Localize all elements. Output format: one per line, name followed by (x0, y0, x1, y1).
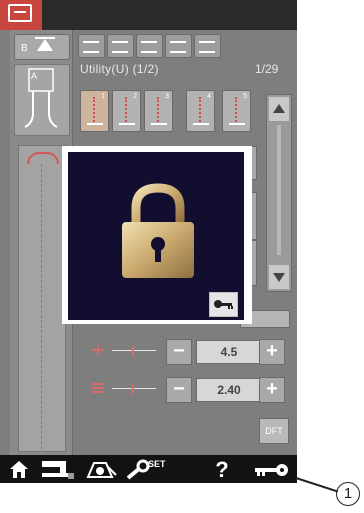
sewing-machine-tab-icon[interactable] (40, 459, 76, 481)
length-increase-button[interactable]: + (259, 377, 285, 403)
width-slider-icon (112, 346, 156, 356)
stitch-category-icon-4[interactable] (165, 34, 192, 58)
needle-up-down-button[interactable]: B (14, 34, 70, 60)
scroll-up-button[interactable] (269, 97, 289, 121)
length-value: 2.40 (196, 378, 262, 402)
lock-key-icon[interactable] (253, 462, 291, 478)
bobbin-settings-icon[interactable] (84, 459, 118, 481)
width-value: 4.5 (196, 340, 262, 364)
stitch-category-icon-5[interactable] (194, 34, 221, 58)
stitch-scrollbar[interactable] (266, 94, 292, 292)
help-button[interactable]: ? (212, 457, 232, 483)
stitch-line (41, 164, 42, 449)
set-wrench-icon[interactable]: SET (124, 458, 172, 482)
top-bar (0, 0, 297, 30)
stitch-button-4[interactable]: 4 (186, 90, 215, 132)
length-decrease-button[interactable]: − (166, 377, 192, 403)
stitch-button-1[interactable]: 1 (80, 90, 109, 132)
width-increase-button[interactable]: + (259, 339, 285, 365)
callout-number: 1 (336, 482, 360, 506)
set-label: SET (148, 459, 166, 469)
stitch-category-icon-1[interactable] (78, 34, 105, 58)
scroll-down-button[interactable] (269, 265, 289, 289)
triangle-up-icon (37, 39, 53, 51)
scroll-track (277, 125, 281, 255)
sewing-machine-icon (8, 4, 32, 22)
stitch-length-icon (92, 383, 104, 393)
stitch-category-icon-3[interactable] (136, 34, 163, 58)
stitch-button-2[interactable]: 2 (112, 90, 141, 132)
stitch-width-icon (92, 344, 104, 356)
stitch-button-3[interactable]: 3 (144, 90, 173, 132)
presser-foot-icon (24, 68, 58, 128)
key-icon (214, 300, 233, 309)
needle-eye-icon (27, 152, 59, 164)
width-decrease-button[interactable]: − (166, 339, 192, 365)
needle-position-column (18, 145, 66, 452)
home-icon[interactable] (8, 459, 30, 479)
callout-leader-line (295, 477, 339, 493)
machine-mode-button[interactable] (0, 0, 42, 30)
default-button[interactable]: DFT (259, 418, 289, 444)
presser-foot-indicator: A (14, 64, 70, 136)
side-button-label: B (21, 43, 28, 54)
mode-title: Utility(U) (1/2) (80, 62, 159, 76)
sewing-machine-screen: B A Utility(U) (1/2) 1/29 1 2 3 4 5 18 1… (0, 0, 297, 483)
unlock-key-button[interactable] (209, 292, 238, 317)
padlock-icon (122, 183, 194, 278)
stitch-category-icon-2[interactable] (107, 34, 134, 58)
length-slider-icon (112, 384, 156, 394)
stitch-button-5[interactable]: 5 (222, 90, 251, 132)
page-indicator: 1/29 (255, 62, 279, 76)
